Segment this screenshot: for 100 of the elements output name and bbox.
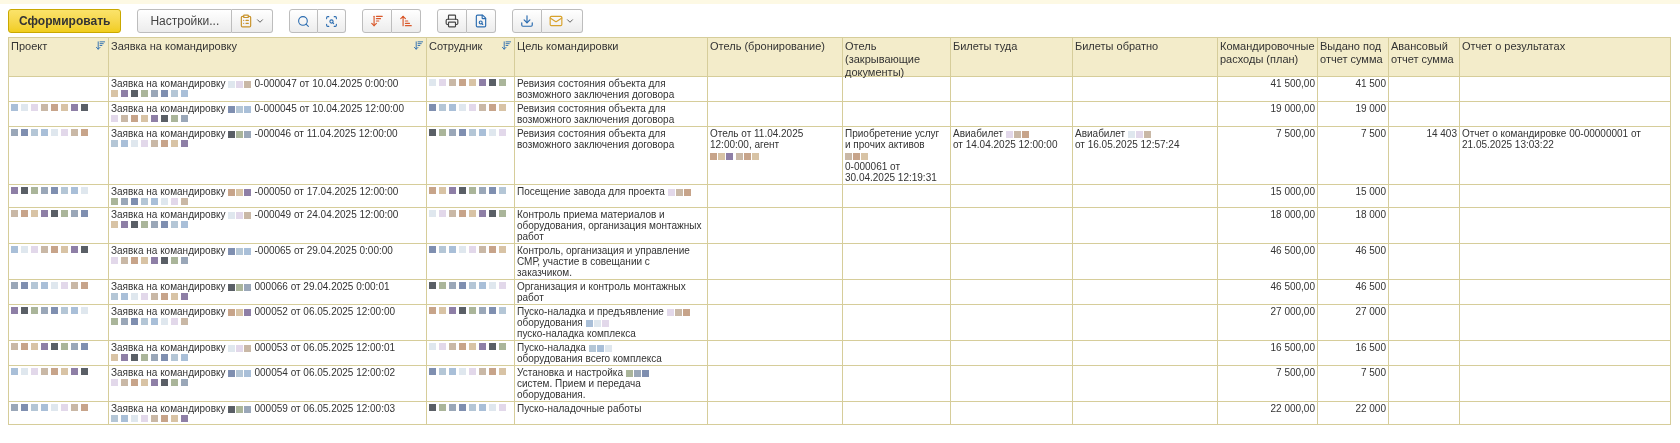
clipboard-icon (239, 14, 254, 28)
pixel-mosaic (228, 211, 252, 219)
table-cell: 46 500 (1318, 244, 1389, 279)
column-header[interactable]: Выдано под отчет сумма (1318, 38, 1389, 76)
table-cell: 7 500 (1318, 127, 1389, 184)
envelope-icon (549, 14, 564, 28)
column-header[interactable]: Сотрудник (427, 38, 515, 76)
cell-text: 0-000061 от 30.04.2025 12:19:31 (845, 161, 938, 183)
cell-text: -000046 от 11.04.2025 12:00:00 (254, 128, 398, 139)
sort-icon (399, 14, 414, 28)
cell-text: 0-000045 от 10.04.2025 12:00:00 (254, 103, 404, 114)
pixel-mosaic (666, 308, 690, 316)
cell-text: -000065 от 29.04.2025 0:00:00 (254, 245, 393, 256)
cell-text: Заявка на командировку (111, 103, 226, 114)
pixel-mosaic (588, 344, 612, 352)
print-button[interactable] (437, 9, 468, 33)
pixel-mosaic (710, 152, 733, 160)
cell-text: Контроль, организация и управление СМР, участие в совещании с заказчиком. (517, 245, 691, 278)
column-header[interactable]: Проект (9, 38, 109, 76)
pixel-mosaic (845, 152, 868, 160)
sort-icon (370, 14, 385, 28)
cell-text: Заявка на командировку (111, 403, 226, 414)
table-cell: 16 500 (1318, 341, 1389, 365)
mail-dropdown[interactable] (542, 9, 584, 33)
table-cell: 15 000,00 (1218, 185, 1318, 207)
cell-text: Отчет о командировке 00-00000001 от 21.05.2025 13:03:22 (1462, 128, 1642, 150)
download-button[interactable] (512, 9, 543, 33)
pixel-mosaic (228, 369, 252, 377)
cell-text: Заявка на командировку (111, 128, 226, 139)
search-icon (297, 14, 311, 28)
table-cell: 27 000 (1318, 305, 1389, 340)
search-icon (325, 14, 339, 28)
pixel-mosaic (736, 152, 759, 160)
cell-text: Заявка на командировку (111, 186, 226, 197)
sort-ascending-button[interactable] (392, 9, 422, 33)
table-cell: 22 000 (1318, 402, 1389, 424)
preview-icon (474, 14, 489, 28)
search-button[interactable] (289, 9, 319, 33)
cell-text: -000049 от 24.04.2025 12:00:00 (254, 209, 399, 220)
column-header[interactable]: Отель (бронирование) (708, 38, 843, 76)
cell-text: Заявка на командировку (111, 367, 226, 378)
cell-text: Ревизия состояния объекта для возможного заключения договора (517, 103, 676, 125)
caret-icon (255, 16, 266, 26)
table-cell: 41 500,00 (1218, 77, 1318, 101)
sort-icon (413, 40, 424, 51)
column-header[interactable]: Авансовый отчет сумма (1389, 38, 1460, 76)
pixel-mosaic (228, 344, 252, 352)
cell-text: Организация и контроль монтажных работ (517, 281, 687, 303)
table-cell: 18 000,00 (1218, 208, 1318, 243)
column-header[interactable]: Командировочные расходы (план) (1218, 38, 1318, 76)
cell-text: Посещение завода для проекта (517, 186, 665, 197)
pixel-mosaic (228, 247, 252, 255)
table-cell: 15 000 (1318, 185, 1389, 207)
column-header[interactable]: Заявка на командировку (109, 38, 427, 76)
cell-text: Ревизия состояния объекта для возможного заключения договора (517, 128, 676, 150)
table-cell: 46 500,00 (1218, 244, 1318, 279)
cell-text: Отель от 11.04.2025 12:00:00, агент (710, 128, 805, 150)
column-header[interactable]: Отчет о результатах (1460, 38, 1671, 76)
cell-text: Установка и настройка (517, 367, 623, 378)
pixel-mosaic (585, 319, 609, 327)
cell-text: 000054 от 06.05.2025 12:00:02 (254, 367, 396, 378)
table-cell: 22 000,00 (1218, 402, 1318, 424)
pixel-mosaic (667, 188, 691, 196)
pixel-mosaic (625, 369, 649, 377)
table-cell: 7 500,00 (1218, 127, 1318, 184)
cell-text: Заявка на командировку (111, 306, 226, 317)
print-icon (445, 14, 460, 28)
pixel-mosaic (228, 283, 252, 291)
cell-text: 000053 от 06.05.2025 12:00:01 (254, 342, 396, 353)
column-header[interactable]: Цель командировки (515, 38, 708, 76)
pixel-mosaic (228, 405, 252, 413)
pixel-mosaic (228, 188, 252, 196)
cell-text: оборудования всего комплекса (517, 353, 662, 364)
column-header[interactable]: Отель (закрывающие документы) (843, 38, 951, 76)
column-header[interactable]: Билеты туда (951, 38, 1073, 76)
table-cell: 7 500,00 (1218, 366, 1318, 401)
table-cell: 16 500,00 (1218, 341, 1318, 365)
cell-text: оборудования (517, 317, 583, 328)
preview-button[interactable] (467, 9, 497, 33)
cell-text: 000066 от 29.04.2025 0:00:01 (254, 281, 390, 292)
sort-descending-button[interactable] (362, 9, 393, 33)
cell-text: 0-000047 от 10.04.2025 0:00:00 (254, 78, 399, 89)
generate-button[interactable]: Сформировать (8, 9, 122, 33)
caret-icon (565, 16, 576, 26)
search-next-button[interactable] (318, 9, 347, 33)
column-header[interactable]: Билеты обратно (1073, 38, 1218, 76)
settings-button[interactable]: Настройки... (137, 9, 233, 33)
cell-text: Ревизия состояния объекта для возможного заключения договора (517, 78, 676, 100)
table-cell: 27 000,00 (1218, 305, 1318, 340)
cell-text: Заявка на командировку (111, 281, 226, 292)
cell-text: Пуско-наладка и предъявление (517, 306, 664, 317)
table-cell: 46 500 (1318, 280, 1389, 304)
table-cell: 19 000,00 (1218, 102, 1318, 126)
cell-text: пуско-наладка комплекса (517, 328, 636, 339)
cell-text: от 14.04.2025 12:00:00 (953, 139, 1058, 150)
variant-dropdown[interactable] (232, 9, 274, 33)
table-cell: 46 500,00 (1218, 280, 1318, 304)
cell-text: Пуско-наладка (517, 342, 586, 353)
cell-text: 000059 от 06.05.2025 12:00:03 (254, 403, 396, 414)
cell-text: -000050 от 17.04.2025 12:00:00 (254, 186, 399, 197)
